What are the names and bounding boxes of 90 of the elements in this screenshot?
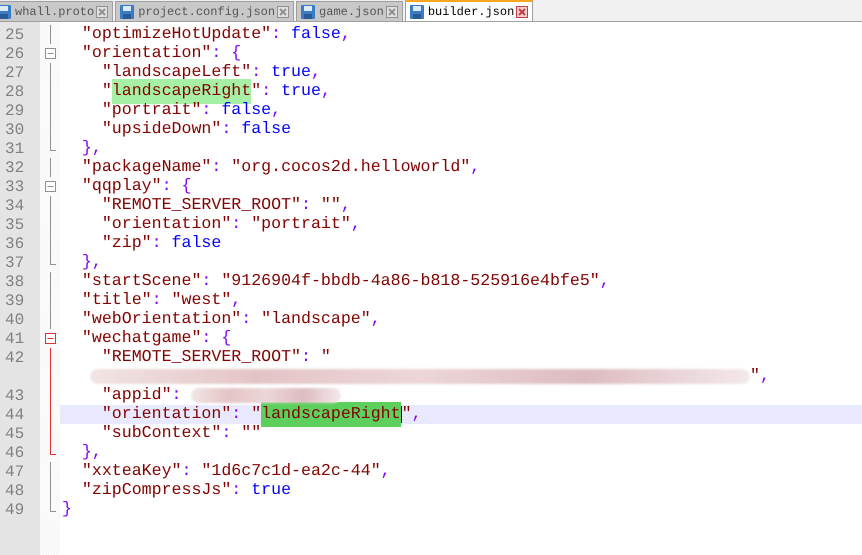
json-punctuation: :	[211, 156, 222, 178]
close-icon[interactable]	[277, 6, 290, 18]
line-number: 29	[4, 100, 26, 122]
line-number: 35	[4, 214, 26, 236]
file-tab[interactable]: project.config.json	[115, 1, 294, 21]
line-number: 38	[4, 272, 26, 292]
json-punctuation: ,	[760, 365, 770, 388]
line-number: 49	[4, 500, 26, 520]
json-punctuation: :	[152, 289, 163, 311]
json-boolean: true	[251, 479, 292, 502]
json-punctuation: :	[152, 232, 163, 254]
json-punctuation: :	[221, 422, 232, 444]
line-number: 32	[4, 158, 26, 178]
json-string: "portrait"	[251, 213, 351, 236]
json-brace: }	[62, 498, 72, 520]
json-punctuation: ,	[271, 99, 282, 121]
json-punctuation: :	[182, 460, 192, 482]
json-string: "	[750, 365, 760, 388]
line-number: 25	[4, 24, 26, 46]
json-string: "org.cocos2d.helloworld"	[231, 156, 470, 178]
line-number: 39	[4, 290, 26, 312]
json-string: "	[251, 403, 262, 425]
json-string: "9126904f-bbdb-4a86-b818-525916e4bfe5"	[221, 270, 600, 292]
line-number: 31	[4, 138, 26, 160]
json-punctuation: ,	[340, 194, 351, 216]
line-number: 37	[4, 252, 26, 274]
json-punctuation: ,	[320, 80, 331, 102]
fold-minus-icon[interactable]	[44, 48, 56, 59]
close-icon[interactable]	[386, 6, 398, 18]
line-number: 33	[4, 176, 26, 198]
fold-minus-icon[interactable]	[44, 181, 56, 192]
json-punctuation: :	[211, 42, 222, 64]
line-number: 36	[4, 234, 26, 254]
json-punctuation: :	[301, 346, 312, 368]
json-punctuation: :	[231, 213, 242, 236]
json-brace: {	[182, 175, 192, 197]
json-string: "landscape"	[261, 308, 371, 330]
file-tab[interactable]: game.json	[296, 1, 403, 21]
line-number: 26	[4, 44, 26, 64]
file-tab[interactable]: whall.proto	[0, 1, 114, 21]
line-number: 34	[4, 196, 26, 216]
line-number: 47	[4, 462, 26, 482]
json-punctuation: :	[241, 308, 252, 330]
line-number: 41	[4, 328, 26, 350]
json-punctuation: ,	[231, 289, 242, 311]
json-brace: {	[231, 42, 242, 64]
line-number: 27	[4, 62, 26, 84]
json-brace: },	[80, 441, 102, 463]
line-number: 40	[4, 310, 26, 330]
json-brace: },	[80, 251, 102, 273]
json-punctuation: :	[172, 384, 183, 406]
close-icon[interactable]	[516, 6, 528, 18]
json-punctuation: ,	[370, 308, 381, 330]
line-number: 46	[4, 442, 26, 464]
fold-minus-icon[interactable]	[44, 333, 56, 344]
line-number: 30	[4, 120, 26, 140]
json-string: "	[320, 346, 331, 368]
json-string: "1d6c7c1d-ea2c-44"	[201, 460, 381, 482]
json-punctuation: :	[201, 270, 212, 292]
json-punctuation: ,	[412, 403, 422, 426]
json-brace: },	[80, 137, 102, 159]
json-punctuation: ,	[340, 23, 351, 46]
line-number: 45	[4, 424, 26, 444]
json-punctuation: :	[221, 118, 232, 140]
json-punctuation: :	[231, 479, 242, 502]
json-punctuation: :	[231, 403, 242, 426]
selected-text: landscapeRight	[261, 402, 401, 427]
json-punctuation: :	[271, 23, 282, 46]
json-punctuation: ,	[470, 156, 480, 178]
line-number: 43	[4, 386, 26, 406]
json-string: ""	[241, 422, 262, 444]
json-punctuation: :	[261, 80, 272, 102]
line-number: 28	[4, 82, 26, 102]
close-icon[interactable]	[96, 6, 108, 18]
file-tab[interactable]: builder.json	[404, 0, 534, 21]
json-punctuation: ,	[600, 270, 610, 292]
json-string: "west"	[172, 289, 232, 311]
line-number: 48	[4, 480, 26, 502]
line-number: 42	[4, 348, 26, 368]
json-punctuation: ,	[380, 460, 391, 482]
json-punctuation: :	[301, 194, 312, 216]
json-boolean: false	[291, 23, 341, 46]
line-number: 44	[4, 404, 26, 426]
json-punctuation: ,	[350, 213, 361, 236]
json-string: ""	[320, 194, 341, 216]
json-string: "	[402, 403, 412, 426]
json-boolean: false	[241, 118, 292, 140]
json-punctuation: :	[162, 175, 173, 197]
text-caret	[400, 406, 402, 423]
json-boolean: false	[172, 232, 222, 254]
